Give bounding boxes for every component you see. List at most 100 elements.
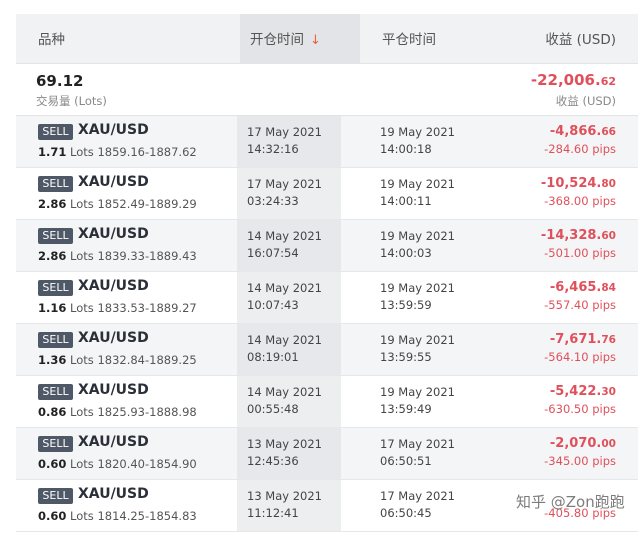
side-badge: SELL [38, 280, 73, 296]
side-badge: SELL [38, 124, 73, 140]
symbol: XAU/USD [78, 330, 149, 346]
header-open-time[interactable]: 开仓时间 ↓ [240, 14, 360, 64]
close-time: 13:59:59 [380, 298, 432, 312]
open-date: 13 May 2021 [247, 489, 322, 503]
trade-profit-int: -5,422. [549, 384, 602, 399]
trade-profit: -14,328.60 [541, 228, 616, 243]
price-range: 1814.25-1854.83 [97, 509, 197, 523]
side-badge: SELL [38, 176, 73, 192]
trade-pips: -345.00 pips [544, 454, 616, 468]
lot-unit: Lots [70, 197, 94, 211]
trade-row[interactable]: SELL XAU/USD 2.86 Lots 1839.33-1889.43 14 M… [16, 220, 638, 272]
trade-detail: 1.71 Lots 1859.16-1887.62 [38, 145, 197, 159]
trade-pips: -557.40 pips [544, 298, 616, 312]
open-datetime: 17 May 2021 03:24:33 [247, 176, 322, 210]
close-datetime: 19 May 2021 14:00:18 [380, 124, 455, 158]
trade-profit-dec: 30 [601, 386, 616, 398]
close-date: 19 May 2021 [380, 177, 455, 191]
trade-pips: -564.10 pips [544, 350, 616, 364]
lot-size: 0.60 [38, 509, 67, 523]
trade-row[interactable]: SELL XAU/USD 1.36 Lots 1832.84-1889.25 14 M… [16, 324, 638, 376]
open-datetime: 14 May 2021 16:07:54 [247, 228, 322, 262]
symbol: XAU/USD [78, 226, 149, 242]
open-datetime: 14 May 2021 00:55:48 [247, 384, 322, 418]
trade-profit: -6,465.84 [550, 280, 616, 295]
trade-row[interactable]: SELL XAU/USD 0.86 Lots 1825.93-1888.98 14 M… [16, 376, 638, 428]
open-time: 12:45:36 [247, 454, 299, 468]
open-time: 00:55:48 [247, 402, 299, 416]
close-date: 17 May 2021 [380, 437, 455, 451]
lot-size: 0.86 [38, 405, 67, 419]
header-profit[interactable]: 收益 (USD) [545, 14, 616, 64]
open-time: 08:19:01 [247, 350, 299, 364]
close-time: 14:00:18 [380, 142, 432, 156]
trade-detail: 0.60 Lots 1814.25-1854.83 [38, 509, 197, 523]
open-datetime: 13 May 2021 12:45:36 [247, 436, 322, 470]
lot-size: 1.36 [38, 353, 67, 367]
trade-profit-int: -10,524. [540, 176, 602, 191]
open-date: 14 May 2021 [247, 281, 322, 295]
trade-profit-dec: 84 [601, 282, 616, 294]
header-open-time-label: 开仓时间 [250, 32, 304, 48]
trade-row[interactable]: SELL XAU/USD 0.60 Lots 1820.40-1854.90 13 M… [16, 428, 638, 480]
open-time: 16:07:54 [247, 246, 299, 260]
total-lots: 69.12 [36, 72, 84, 90]
total-profit-int: -22,006. [530, 71, 601, 89]
trade-detail: 1.36 Lots 1832.84-1889.25 [38, 353, 197, 367]
total-profit: -22,006.62 [531, 71, 616, 89]
trade-pips: -501.00 pips [544, 246, 616, 260]
close-time: 13:59:49 [380, 402, 432, 416]
close-datetime: 17 May 2021 06:50:51 [380, 436, 455, 470]
price-range: 1832.84-1889.25 [97, 353, 197, 367]
summary-row: 69.12 交易量 (Lots) -22,006.62 收益 (USD) [16, 64, 638, 116]
close-time: 14:00:11 [380, 194, 432, 208]
trade-profit-int: -4,866. [549, 124, 602, 139]
open-time: 14:32:16 [247, 142, 299, 156]
close-time: 13:59:55 [380, 350, 432, 364]
trade-profit: -4,866.66 [550, 124, 616, 139]
trade-row[interactable]: SELL XAU/USD 2.86 Lots 1852.49-1889.29 17 M… [16, 168, 638, 220]
trade-profit-dec: 80 [601, 178, 616, 190]
table-header: 品种 开仓时间 ↓ 平仓时间 收益 (USD) [16, 14, 638, 64]
sort-down-icon: ↓ [310, 33, 321, 48]
close-datetime: 19 May 2021 13:59:59 [380, 280, 455, 314]
open-date: 14 May 2021 [247, 333, 322, 347]
lot-unit: Lots [70, 249, 94, 263]
trade-profit: -7,671.76 [550, 332, 616, 347]
close-datetime: 19 May 2021 13:59:55 [380, 332, 455, 366]
open-datetime: 14 May 2021 08:19:01 [247, 332, 322, 366]
trade-profit: -2,070.00 [550, 436, 616, 451]
trade-pips: -630.50 pips [544, 402, 616, 416]
open-date: 13 May 2021 [247, 437, 322, 451]
trade-detail: 0.60 Lots 1820.40-1854.90 [38, 457, 197, 471]
side-badge: SELL [38, 436, 73, 452]
trade-rows: SELL XAU/USD 1.71 Lots 1859.16-1887.62 17 M… [16, 116, 638, 532]
symbol: XAU/USD [78, 174, 149, 190]
lot-unit: Lots [70, 457, 94, 471]
header-instrument[interactable]: 品种 [38, 14, 65, 64]
close-datetime: 19 May 2021 14:00:11 [380, 176, 455, 210]
trade-row[interactable]: SELL XAU/USD 1.16 Lots 1833.53-1889.27 14 M… [16, 272, 638, 324]
trade-profit-int: -7,671. [549, 332, 602, 347]
price-range: 1825.93-1888.98 [97, 405, 197, 419]
lot-unit: Lots [70, 405, 94, 419]
lot-unit: Lots [70, 353, 94, 367]
trade-profit-dec: 76 [601, 334, 616, 346]
trade-pips: -284.60 pips [544, 142, 616, 156]
trade-row[interactable]: SELL XAU/USD 1.71 Lots 1859.16-1887.62 17 M… [16, 116, 638, 168]
price-range: 1839.33-1889.43 [97, 249, 197, 263]
close-date: 19 May 2021 [380, 333, 455, 347]
close-date: 19 May 2021 [380, 229, 455, 243]
close-datetime: 19 May 2021 13:59:49 [380, 384, 455, 418]
open-time: 11:12:41 [247, 506, 299, 520]
symbol: XAU/USD [78, 382, 149, 398]
price-range: 1852.49-1889.29 [97, 197, 197, 211]
close-date: 19 May 2021 [380, 281, 455, 295]
open-date: 17 May 2021 [247, 177, 322, 191]
open-date: 17 May 2021 [247, 125, 322, 139]
trade-profit-int: -2,070. [549, 436, 602, 451]
lot-unit: Lots [70, 509, 94, 523]
trade-profit-dec: 00 [601, 438, 616, 450]
header-close-time[interactable]: 平仓时间 [382, 14, 436, 64]
close-datetime: 19 May 2021 14:00:03 [380, 228, 455, 262]
